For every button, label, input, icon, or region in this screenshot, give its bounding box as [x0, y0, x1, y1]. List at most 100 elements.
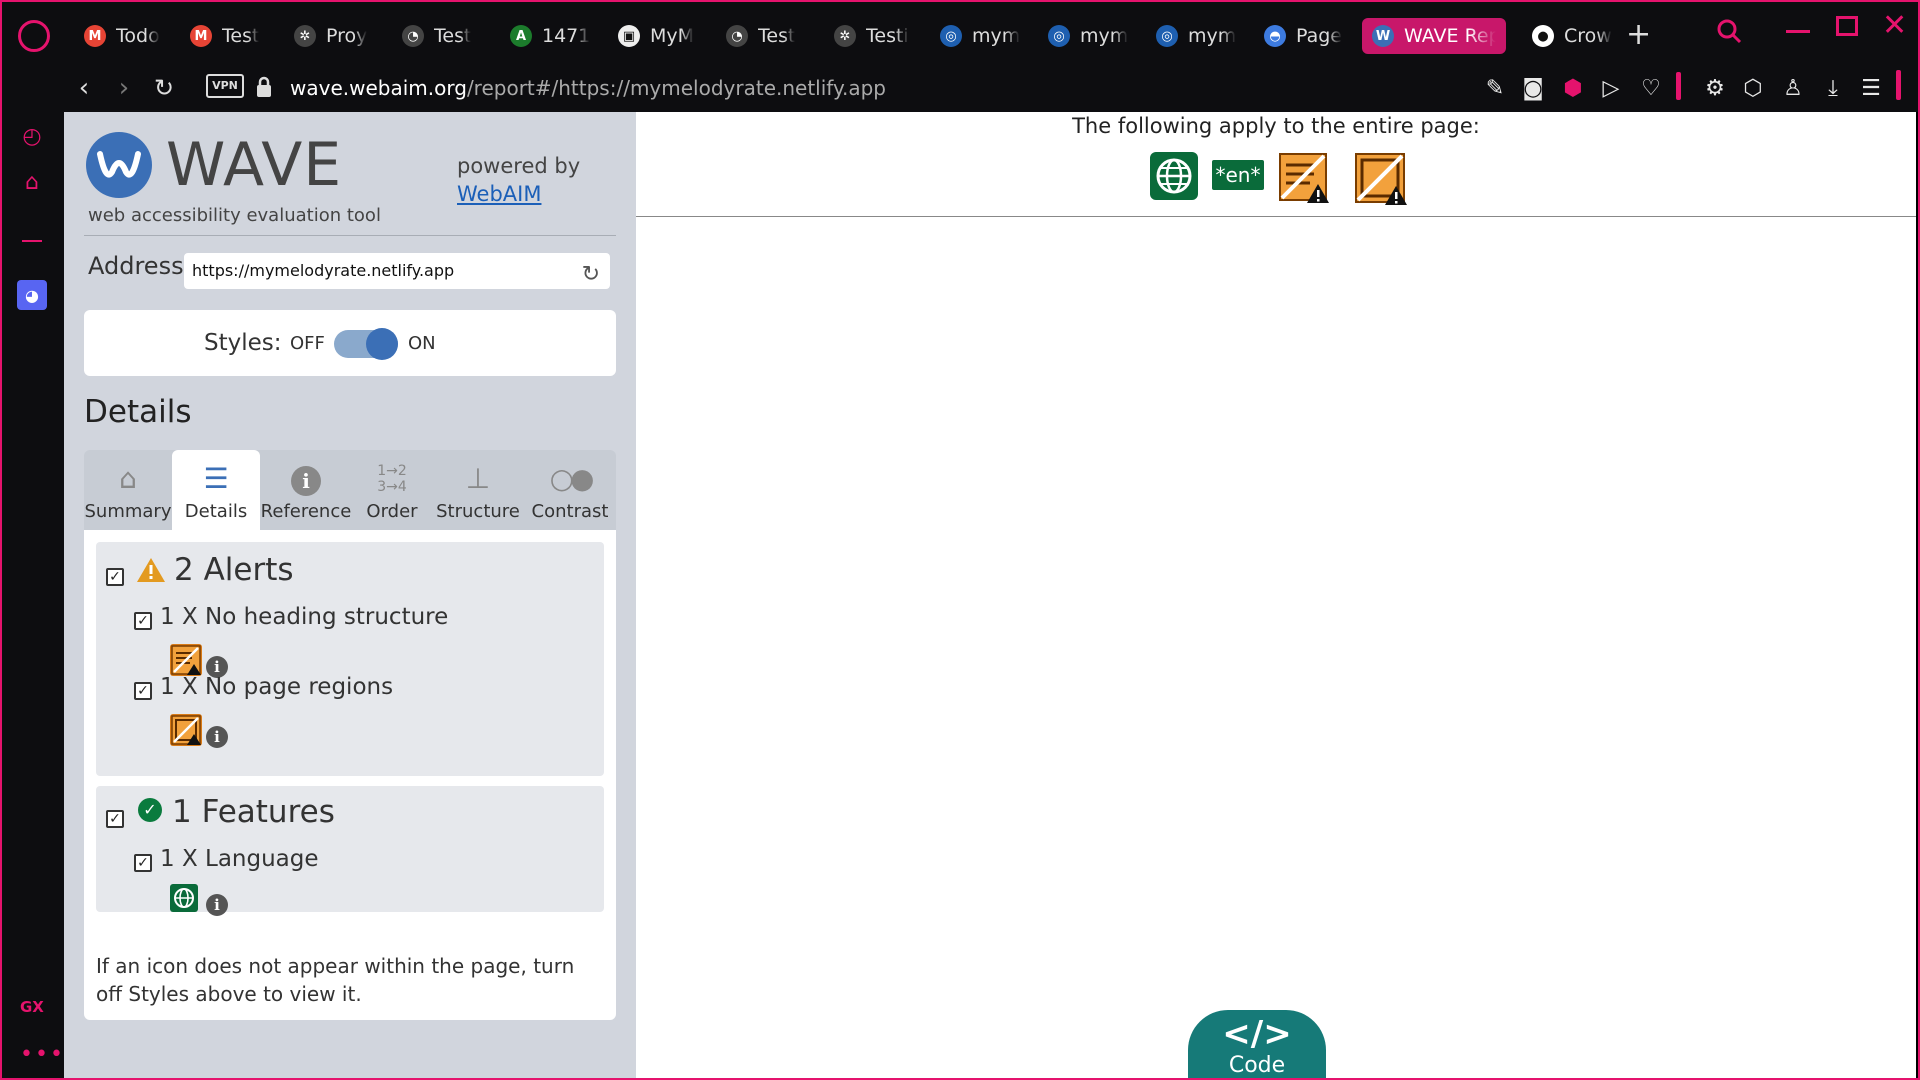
- tab-title: MyM: [650, 25, 695, 47]
- browser-tab[interactable]: ◎ mym: [1038, 18, 1138, 54]
- alerts-checkbox[interactable]: ✓: [106, 568, 124, 586]
- no-page-regions-icon[interactable]: [170, 714, 202, 746]
- sidebar-toggle-bar[interactable]: [1896, 70, 1901, 100]
- maximize-icon[interactable]: [1836, 16, 1858, 36]
- menu-icon[interactable]: ☰: [1856, 72, 1886, 104]
- details-panel: ✓ 2 Alerts ✓ 1 X No heading structure i …: [84, 530, 616, 1020]
- pipeline-icon: ◔: [402, 25, 424, 47]
- camera-icon[interactable]: ◙: [1518, 72, 1548, 104]
- language-badge[interactable]: *en*: [1212, 160, 1264, 190]
- browser-tab[interactable]: ◎ mym: [1146, 18, 1246, 54]
- browser-tab[interactable]: ◎ mym: [930, 18, 1030, 54]
- send-icon[interactable]: ▷: [1596, 72, 1626, 104]
- alert-item-checkbox[interactable]: ✓: [134, 612, 152, 630]
- wave-logo-icon[interactable]: [86, 132, 152, 198]
- list-icon: ☰: [203, 462, 229, 495]
- new-tab-icon[interactable]: +: [1626, 20, 1651, 50]
- opera-logo-icon[interactable]: [18, 20, 50, 52]
- browser-tab[interactable]: W WAVE Rep: [1362, 18, 1506, 54]
- browser-tab[interactable]: ◔ Test: [392, 18, 481, 54]
- language-globe-icon[interactable]: [1150, 152, 1198, 200]
- profile-icon[interactable]: ♙: [1778, 72, 1808, 104]
- code-label: Code: [1228, 1053, 1286, 1078]
- extension-icon[interactable]: ⚙: [1700, 72, 1730, 104]
- heart-icon[interactable]: ♡: [1636, 72, 1666, 104]
- adblock-shield-icon[interactable]: ⬢: [1558, 72, 1588, 104]
- lock-icon[interactable]: [256, 76, 272, 98]
- details-heading: Details: [84, 394, 192, 430]
- divider: [636, 216, 1916, 217]
- language-globe-icon[interactable]: [170, 884, 198, 912]
- tab-label: Reference: [260, 501, 352, 522]
- close-window-icon[interactable]: ✕: [1882, 8, 1907, 43]
- toggle-knob: [366, 328, 398, 360]
- browser-tab[interactable]: ✲ Proy: [284, 18, 377, 54]
- vpn-badge[interactable]: VPN: [206, 74, 244, 98]
- url-field[interactable]: wave.webaim.org/report#/https://mymelody…: [290, 72, 886, 104]
- download-icon[interactable]: ⤓: [1818, 72, 1848, 104]
- alert-item-checkbox[interactable]: ✓: [134, 682, 152, 700]
- search-tabs-icon[interactable]: [1716, 18, 1742, 44]
- tab-contrast[interactable]: ○● Contrast: [524, 450, 616, 530]
- wave-tagline: web accessibility evaluation tool: [88, 205, 381, 226]
- wave-icon: W: [1372, 25, 1394, 47]
- url-host: wave.webaim.org: [290, 76, 467, 100]
- pagespeed-icon: ◓: [1264, 25, 1286, 47]
- features-checkbox[interactable]: ✓: [106, 810, 124, 828]
- alerts-group: ✓ 2 Alerts ✓ 1 X No heading structure i …: [96, 542, 604, 776]
- reload-icon[interactable]: ↻: [148, 72, 180, 104]
- browser-tab[interactable]: ▣ MyM: [608, 18, 704, 54]
- cube-icon[interactable]: ⬡: [1738, 72, 1768, 104]
- no-page-regions-icon[interactable]: [1354, 152, 1408, 206]
- browser-sidebar: ◴ ⌂ ◕ GX •••: [0, 112, 64, 1080]
- url-path: /report#/https://mymelodyrate.netlify.ap…: [466, 76, 886, 100]
- browser-tab[interactable]: ◔ Test: [716, 18, 805, 54]
- tab-structure[interactable]: ⊥ Structure: [432, 450, 524, 530]
- gmail-icon: M: [84, 25, 106, 47]
- browser-tab[interactable]: M Test: [180, 18, 269, 54]
- styles-off-label: OFF: [290, 333, 325, 354]
- more-icon[interactable]: •••: [20, 1042, 65, 1067]
- minimize-icon[interactable]: [1786, 30, 1810, 33]
- tab-title: Page: [1296, 25, 1342, 47]
- feature-item-checkbox[interactable]: ✓: [134, 854, 152, 872]
- home-icon: ⌂: [119, 462, 137, 495]
- tab-order[interactable]: 1→2 3→4 Order: [352, 450, 432, 530]
- browser-tab[interactable]: ◓ Page: [1254, 18, 1352, 54]
- styles-label: Styles:: [204, 330, 282, 356]
- contrast-icon: ○●: [549, 462, 595, 495]
- gx-corner-icon[interactable]: GX: [20, 998, 44, 1016]
- tab-details[interactable]: ☰ Details: [172, 450, 260, 530]
- browser-tab[interactable]: ✲ Testi: [824, 18, 919, 54]
- tab-summary[interactable]: ⌂ Summary: [84, 450, 172, 530]
- browser-tab[interactable]: M Todo: [74, 18, 170, 54]
- back-icon[interactable]: ‹: [68, 72, 100, 104]
- refresh-report-icon[interactable]: ↻: [582, 257, 600, 293]
- tab-title: Crow: [1564, 25, 1612, 47]
- cleaner-icon[interactable]: ⌂: [16, 166, 48, 198]
- tab-title: Proy: [326, 25, 368, 47]
- code-button[interactable]: </> Code: [1188, 1010, 1326, 1080]
- info-icon[interactable]: i: [206, 894, 228, 916]
- forward-icon[interactable]: ›: [108, 72, 140, 104]
- browser-tab[interactable]: ● Crow: [1522, 18, 1622, 54]
- no-heading-structure-icon[interactable]: [170, 644, 202, 676]
- openai-icon: ✲: [834, 25, 856, 47]
- tab-title: mym: [972, 25, 1021, 47]
- no-heading-structure-icon[interactable]: [1278, 152, 1330, 204]
- discord-icon[interactable]: ◕: [17, 280, 47, 310]
- info-icon[interactable]: i: [206, 726, 228, 748]
- tab-label: Details: [184, 501, 248, 522]
- netlify-icon: ◎: [940, 25, 962, 47]
- styles-toggle[interactable]: [334, 328, 398, 360]
- address-input[interactable]: https://mymelodyrate.netlify.app ↻: [184, 253, 610, 289]
- speed-dial-icon[interactable]: ◴: [16, 120, 48, 152]
- features-heading: 1 Features: [172, 794, 335, 830]
- tab-reference[interactable]: i Reference: [260, 450, 352, 530]
- entire-page-label: The following apply to the entire page:: [1072, 114, 1480, 138]
- browser-tab[interactable]: A 1471: [500, 18, 600, 54]
- snapshot-edit-icon[interactable]: ✎: [1480, 72, 1510, 104]
- webaim-link[interactable]: WebAIM: [457, 182, 541, 206]
- powered-by: powered by WebAIM: [457, 152, 580, 208]
- pipeline-icon: ◔: [726, 25, 748, 47]
